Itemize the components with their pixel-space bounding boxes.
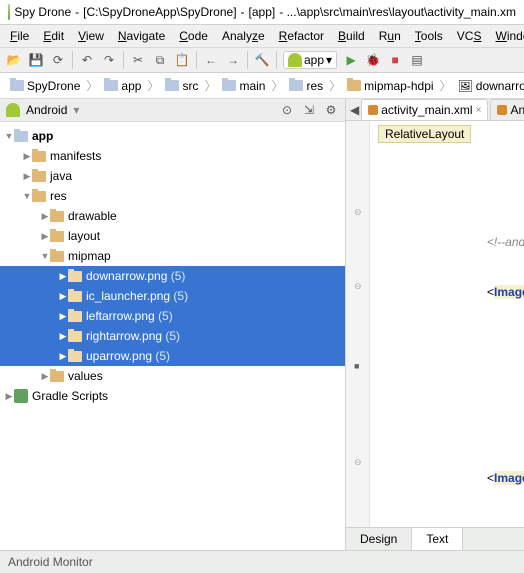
- tree-layout[interactable]: ▶layout: [0, 226, 345, 246]
- code-body[interactable]: android:layo android:layo android:layo a…: [386, 149, 524, 527]
- menu-view[interactable]: View: [72, 27, 110, 45]
- project-pane: Android ▾ ⊙ ⇲ ⚙ ▼app ▶manifests ▶java ▼r…: [0, 99, 346, 550]
- menu-build[interactable]: Build: [332, 27, 371, 45]
- bc-mipmap[interactable]: mipmap-hdpi: [343, 78, 437, 94]
- run-config-dropdown[interactable]: app ▾: [283, 51, 337, 69]
- menu-file[interactable]: File: [4, 27, 35, 45]
- title-app: Spy Drone: [14, 5, 71, 19]
- title-context: [app]: [249, 5, 276, 19]
- tree-item-iclauncher[interactable]: ▶ic_launcher.png (5): [0, 286, 345, 306]
- bc-project[interactable]: SpyDrone: [6, 78, 84, 94]
- title-bar: Spy Drone - [C:\SpyDroneApp\SpyDrone] - …: [0, 0, 524, 25]
- tab-prev-icon[interactable]: ◀: [350, 102, 359, 118]
- tree-item-uparrow[interactable]: ▶uparrow.png (5): [0, 346, 345, 366]
- xml-icon: [497, 105, 507, 115]
- pane-title: Android: [26, 103, 67, 117]
- menu-edit[interactable]: Edit: [37, 27, 70, 45]
- status-bar[interactable]: Android Monitor: [0, 550, 524, 573]
- bc-res[interactable]: res: [285, 78, 327, 94]
- menu-window[interactable]: Window: [489, 27, 524, 45]
- tab-activity-main[interactable]: activity_main.xml ×: [361, 99, 488, 120]
- tree-app[interactable]: ▼app: [0, 126, 345, 146]
- tab-other[interactable]: An: [490, 99, 524, 120]
- tree-item-leftarrow[interactable]: ▶leftarrow.png (5): [0, 306, 345, 326]
- android-icon: [288, 53, 302, 67]
- main-toolbar: 📂 💾 ⟳ ↶ ↷ ✂ ⧉ 📋 ← → 🔨 app ▾ ▶ 🐞 ■ ▤: [0, 48, 524, 73]
- tab-design[interactable]: Design: [346, 528, 412, 550]
- gradle-icon: [14, 389, 28, 403]
- avd-icon[interactable]: ▤: [409, 52, 425, 68]
- tab-text[interactable]: Text: [412, 528, 463, 550]
- copy-icon[interactable]: ⧉: [152, 52, 168, 68]
- stop-icon[interactable]: ■: [387, 52, 403, 68]
- tree-java[interactable]: ▶java: [0, 166, 345, 186]
- collapse-icon[interactable]: ⇲: [301, 102, 317, 118]
- menu-vcs[interactable]: VCS: [451, 27, 488, 45]
- tree-values[interactable]: ▶values: [0, 366, 345, 386]
- tree-gradle[interactable]: ▶Gradle Scripts: [0, 386, 345, 406]
- back-icon[interactable]: ←: [203, 52, 219, 68]
- editor-gutter: ⊖ ⊖ ■ ⊖: [346, 121, 370, 527]
- debug-icon[interactable]: 🐞: [365, 52, 381, 68]
- menu-tools[interactable]: Tools: [409, 27, 449, 45]
- menu-code[interactable]: Code: [173, 27, 214, 45]
- bc-file[interactable]: 🖼 downarrow.png: [454, 78, 524, 94]
- tree-item-downarrow[interactable]: ▶downarrow.png (5): [0, 266, 345, 286]
- title-path: - ...\app\src\main\res\layout\activity_m…: [279, 5, 516, 19]
- paste-icon[interactable]: 📋: [174, 52, 190, 68]
- sync-icon[interactable]: ⟳: [50, 52, 66, 68]
- breadcrumb-tag[interactable]: RelativeLayout: [378, 125, 471, 143]
- open-icon[interactable]: 📂: [6, 52, 22, 68]
- editor-pane: ◀ activity_main.xml × An ◀ ⊖ ⊖ ■ ⊖ Relat…: [346, 99, 524, 550]
- menu-run[interactable]: Run: [373, 27, 407, 45]
- title-project: [C:\SpyDroneApp\SpyDrone]: [83, 5, 236, 19]
- menu-analyze[interactable]: Analyze: [216, 27, 271, 45]
- breadcrumb: SpyDrone〉 app〉 src〉 main〉 res〉 mipmap-hd…: [0, 73, 524, 99]
- settings-icon[interactable]: ⚙: [323, 102, 339, 118]
- tree-res[interactable]: ▼res: [0, 186, 345, 206]
- tree-manifests[interactable]: ▶manifests: [0, 146, 345, 166]
- project-pane-header[interactable]: Android ▾ ⊙ ⇲ ⚙: [0, 99, 345, 122]
- close-icon[interactable]: ×: [476, 105, 482, 116]
- tree-drawable[interactable]: ▶drawable: [0, 206, 345, 226]
- scroll-to-source-icon[interactable]: ⊙: [279, 102, 295, 118]
- run-icon[interactable]: ▶: [343, 52, 359, 68]
- project-tree[interactable]: ▼app ▶manifests ▶java ▼res ▶drawable ▶la…: [0, 122, 345, 550]
- editor-tabbar: ◀ activity_main.xml × An: [346, 99, 524, 121]
- cut-icon[interactable]: ✂: [130, 52, 146, 68]
- bc-src[interactable]: src: [161, 78, 202, 94]
- android-icon: [6, 103, 20, 117]
- save-icon[interactable]: 💾: [28, 52, 44, 68]
- app-icon: [8, 4, 10, 20]
- redo-icon[interactable]: ↷: [101, 52, 117, 68]
- tree-mipmap[interactable]: ▼mipmap: [0, 246, 345, 266]
- bc-app[interactable]: app: [100, 78, 145, 94]
- make-icon[interactable]: 🔨: [254, 52, 270, 68]
- code-editor[interactable]: ◀ ⊖ ⊖ ■ ⊖ RelativeLayout android:layo an…: [346, 121, 524, 527]
- tree-item-rightarrow[interactable]: ▶rightarrow.png (5): [0, 326, 345, 346]
- forward-icon[interactable]: →: [225, 52, 241, 68]
- run-config-label: app: [304, 53, 324, 67]
- undo-icon[interactable]: ↶: [79, 52, 95, 68]
- bc-main[interactable]: main: [218, 78, 269, 94]
- menu-bar: File Edit View Navigate Code Analyze Ref…: [0, 25, 524, 48]
- menu-refactor[interactable]: Refactor: [273, 27, 330, 45]
- xml-icon: [368, 105, 378, 115]
- editor-bottom-tabs: Design Text: [346, 527, 524, 550]
- menu-navigate[interactable]: Navigate: [112, 27, 171, 45]
